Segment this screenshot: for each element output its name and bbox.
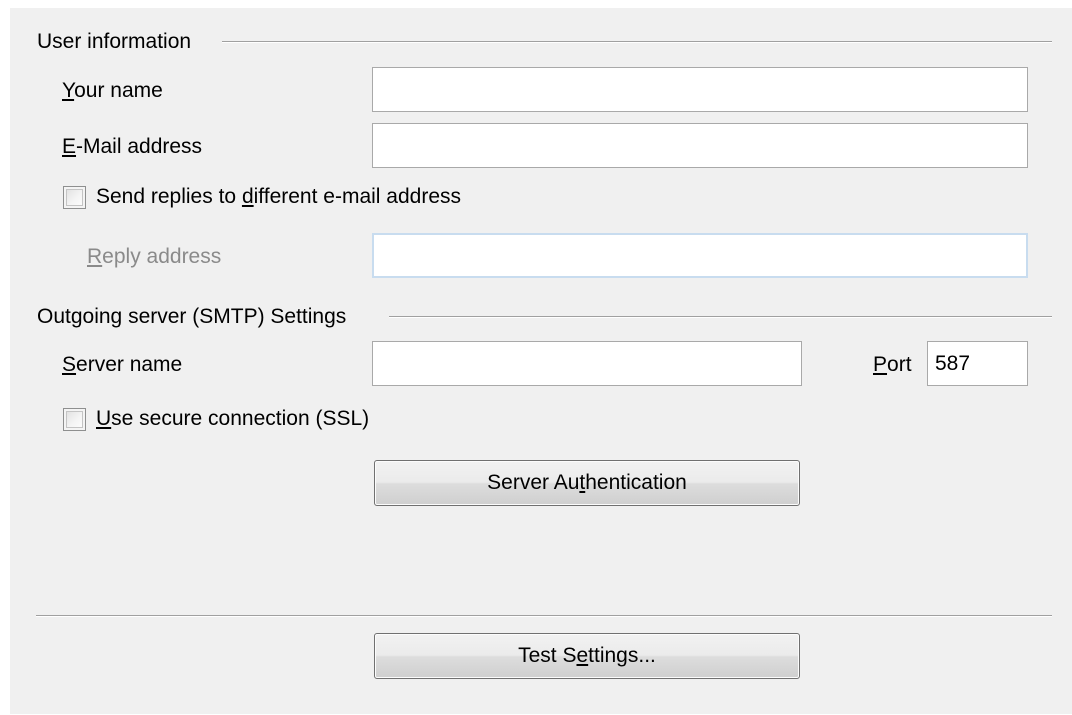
test-settings-button[interactable]: Test Settings... <box>374 633 800 679</box>
your-name-label: Your name <box>62 79 163 102</box>
server-name-field[interactable] <box>372 341 802 386</box>
email-address-label: E-Mail address <box>62 135 203 158</box>
send-replies-label[interactable]: Send replies to different e-mail address <box>96 185 461 209</box>
port-field[interactable] <box>927 341 1028 386</box>
use-ssl-checkbox[interactable] <box>63 408 86 431</box>
send-replies-checkbox[interactable] <box>63 186 86 209</box>
port-label: Port <box>873 353 912 376</box>
smtp-settings-divider <box>389 316 1052 318</box>
your-name-field[interactable] <box>372 67 1028 112</box>
bottom-divider <box>36 615 1052 617</box>
user-information-title: User information <box>37 30 192 53</box>
email-address-field[interactable] <box>372 123 1028 168</box>
mail-settings-panel: User information Your name E-Mail addres… <box>10 8 1072 714</box>
server-authentication-button[interactable]: Server Authentication <box>374 460 800 506</box>
smtp-settings-title: Outgoing server (SMTP) Settings <box>37 305 347 328</box>
server-name-label: Server name <box>62 353 183 376</box>
reply-address-field[interactable] <box>372 233 1028 278</box>
reply-address-label: Reply address <box>87 245 222 268</box>
user-information-divider <box>222 41 1052 43</box>
use-ssl-label[interactable]: Use secure connection (SSL) <box>96 407 369 431</box>
